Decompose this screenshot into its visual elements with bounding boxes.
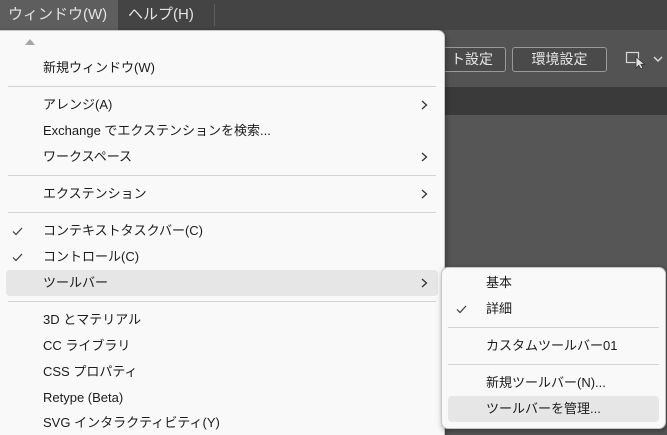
window-menu: 新規ウィンドウ(W) アレンジ(A) Exchange でエクステンションを検索… (0, 30, 445, 435)
menu-item-3d-materials[interactable]: 3D とマテリアル (6, 307, 438, 333)
menu-item-label: 3D とマテリアル (43, 312, 142, 327)
menu-item-label: Exchange でエクステンションを検索... (43, 123, 271, 138)
menu-item-label: SVG インタラクティビティ(Y) (43, 415, 220, 430)
menu-separator (8, 170, 436, 181)
menu-separator (448, 322, 659, 333)
menu-item-toolbars[interactable]: ツールバー (6, 270, 438, 296)
chevron-down-icon[interactable] (653, 56, 663, 63)
submenu-item-new-toolbar[interactable]: 新規ツールバー(N)... (448, 370, 659, 396)
menu-item-exchange-search[interactable]: Exchange でエクステンションを検索... (6, 118, 438, 144)
menu-item-extensions[interactable]: エクステンション (6, 181, 438, 207)
menu-item-label: ツールバーを管理... (486, 401, 601, 416)
chevron-right-icon (421, 278, 428, 288)
menu-item-contextual-taskbar[interactable]: コンテキストタスクバー(C) (6, 218, 438, 244)
menu-item-label: CSS プロパティ (43, 364, 138, 379)
chevron-right-icon (421, 152, 428, 162)
submenu-item-basic[interactable]: 基本 (448, 270, 659, 296)
preferences-button[interactable]: 環境設定 (512, 47, 607, 72)
menu-item-label: 新規ツールバー(N)... (486, 375, 606, 390)
menu-item-label: 基本 (486, 275, 513, 290)
menu-item-control[interactable]: コントロール(C) (6, 244, 438, 270)
menu-item-retype[interactable]: Retype (Beta) (6, 385, 438, 411)
menu-item-svg-interactivity[interactable]: SVG インタラクティビティ(Y) (6, 411, 438, 435)
check-icon (12, 253, 23, 262)
menubar-item-help[interactable]: ヘルプ(H) (120, 0, 202, 30)
menu-bar: ウィンドウ(W) ヘルプ(H) (0, 0, 667, 30)
menu-item-label: アレンジ(A) (43, 97, 113, 112)
chevron-right-icon (421, 100, 428, 110)
arrange-documents-icon[interactable] (624, 48, 648, 70)
submenu-item-manage-toolbars[interactable]: ツールバーを管理... (448, 396, 659, 422)
menu-item-new-window[interactable]: 新規ウィンドウ(W) (6, 55, 438, 81)
check-icon (456, 305, 467, 314)
menu-item-label: CC ライブラリ (43, 338, 131, 353)
menu-separator (8, 81, 436, 92)
menu-item-label: エクステンション (43, 186, 147, 201)
menu-item-label: ツールバー (43, 275, 109, 290)
menu-item-label: 新規ウィンドウ(W) (43, 60, 155, 75)
submenu-item-custom-toolbar[interactable]: カスタムツールバー01 (448, 333, 659, 359)
triangle-up-icon[interactable] (25, 39, 35, 45)
menu-item-label: Retype (Beta) (43, 390, 124, 405)
submenu-item-advanced[interactable]: 詳細 (448, 296, 659, 322)
menu-item-label: ワークスペース (43, 149, 133, 164)
menu-item-label: カスタムツールバー01 (486, 338, 618, 353)
menu-separator (8, 296, 436, 307)
menu-item-cc-libraries[interactable]: CC ライブラリ (6, 333, 438, 359)
menu-item-label: コンテキストタスクバー(C) (43, 223, 204, 238)
menubar-divider (214, 4, 215, 26)
menu-separator (448, 359, 659, 370)
menu-item-label: コントロール(C) (43, 249, 140, 264)
menu-separator (8, 207, 436, 218)
menu-item-label: 詳細 (486, 301, 513, 316)
menu-item-workspace[interactable]: ワークスペース (6, 144, 438, 170)
check-icon (12, 227, 23, 236)
chevron-right-icon (421, 189, 428, 199)
menu-item-css-properties[interactable]: CSS プロパティ (6, 359, 438, 385)
toolbar-submenu: 基本 詳細 カスタムツールバー01 新規ツールバー(N)... ツールバーを管理… (441, 267, 666, 429)
menu-item-arrange[interactable]: アレンジ(A) (6, 92, 438, 118)
menubar-item-window[interactable]: ウィンドウ(W) (0, 0, 118, 30)
